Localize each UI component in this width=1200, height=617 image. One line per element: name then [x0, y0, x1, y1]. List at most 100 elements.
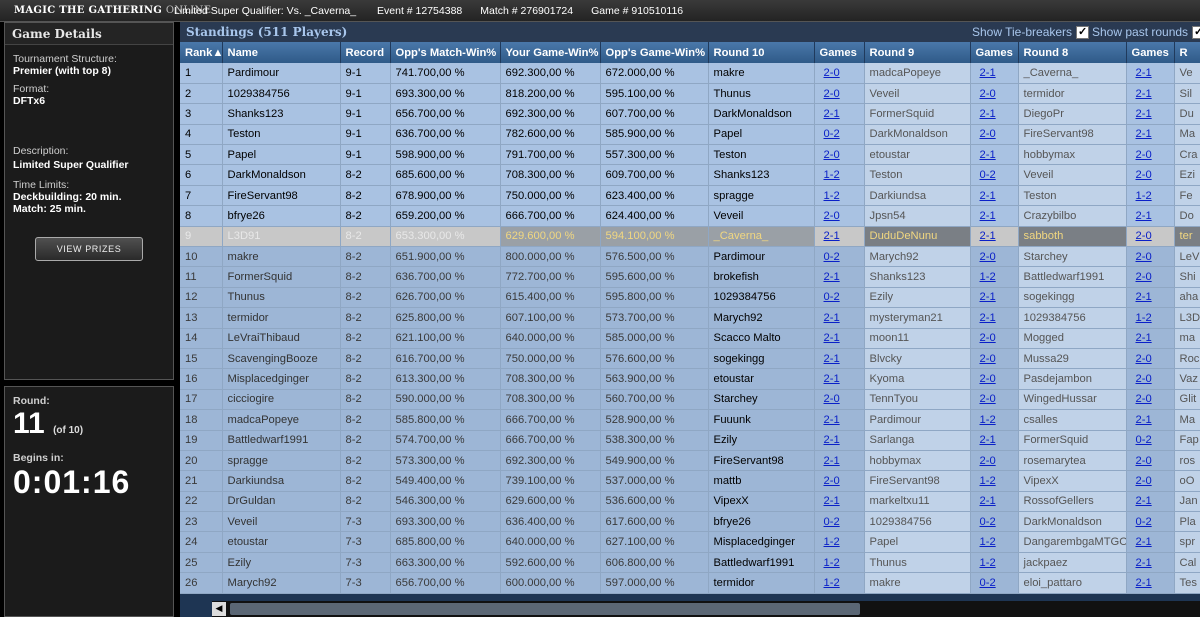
games-result-link[interactable]: 0-2 — [1136, 516, 1152, 528]
games-result-link[interactable]: 2-1 — [980, 291, 996, 303]
games-result-link[interactable]: 2-1 — [824, 312, 840, 324]
games-result-link[interactable]: 2-1 — [824, 373, 840, 385]
table-row[interactable]: 15 ScavengingBooze 8-2 616.700,00 % 750.000,… — [180, 348, 1200, 370]
table-row[interactable]: 21 Darkiundsa 8-2 549.400,00 % 739.100,00 % 5… — [180, 470, 1200, 492]
games-result-link[interactable]: 1-2 — [824, 169, 840, 181]
games-result-link[interactable]: 0-2 — [824, 516, 840, 528]
games-result-link[interactable]: 2-1 — [1136, 414, 1152, 426]
table-row[interactable]: 26 Marych92 7-3 656.700,00 % 600.000,00 % 597… — [180, 572, 1200, 594]
column-header[interactable]: Games — [970, 42, 1019, 63]
games-result-link[interactable]: 2-0 — [1136, 393, 1152, 405]
column-header[interactable]: R — [1174, 42, 1200, 63]
show-past-rounds-toggle[interactable]: Show past rounds ✓ — [1092, 25, 1200, 39]
games-result-link[interactable]: 2-1 — [824, 414, 840, 426]
table-row[interactable]: 22 DrGuldan 8-2 546.300,00 % 629.600,00 % 536… — [180, 491, 1200, 513]
table-row[interactable]: 16 Misplacedginger 8-2 613.300,00 % 708.300,… — [180, 368, 1200, 390]
table-row[interactable]: 7 FireServant98 8-2 678.900,00 % 750.000,00 … — [180, 185, 1200, 207]
games-result-link[interactable]: 2-1 — [1136, 536, 1152, 548]
games-result-link[interactable]: 2-1 — [1136, 88, 1152, 100]
column-header[interactable]: Round 9 — [864, 42, 971, 63]
column-header[interactable]: Games — [1126, 42, 1175, 63]
table-row[interactable]: 12 Thunus 8-2 626.700,00 % 615.400,00 % 595.8… — [180, 287, 1200, 309]
games-result-link[interactable]: 0-2 — [824, 251, 840, 263]
table-row[interactable]: 13 termidor 8-2 625.800,00 % 607.100,00 % 573… — [180, 307, 1200, 329]
games-result-link[interactable]: 2-0 — [1136, 169, 1152, 181]
games-result-link[interactable]: 2-0 — [1136, 353, 1152, 365]
table-row[interactable]: 4 Teston 9-1 636.700,00 % 782.600,00 % 585.90… — [180, 124, 1200, 146]
games-result-link[interactable]: 2-1 — [980, 67, 996, 79]
table-row[interactable]: 11 FormerSquid 8-2 636.700,00 % 772.700,00 %… — [180, 266, 1200, 288]
checkbox-checked-icon[interactable]: ✓ — [1192, 25, 1200, 39]
games-result-link[interactable]: 0-2 — [980, 516, 996, 528]
table-row[interactable]: 17 cicciogire 8-2 590.000,00 % 708.300,00 % 5… — [180, 389, 1200, 411]
games-result-link[interactable]: 2-1 — [1136, 291, 1152, 303]
games-result-link[interactable]: 2-1 — [824, 353, 840, 365]
table-row[interactable]: 10 makre 8-2 651.900,00 % 800.000,00 % 576.50… — [180, 246, 1200, 268]
games-result-link[interactable]: 1-2 — [1136, 312, 1152, 324]
table-row[interactable]: 18 madcaPopeye 8-2 585.800,00 % 666.700,00 %… — [180, 409, 1200, 431]
scrollbar-thumb[interactable] — [230, 603, 860, 615]
games-result-link[interactable]: 0-2 — [824, 128, 840, 140]
games-result-link[interactable]: 2-1 — [980, 434, 996, 446]
checkbox-checked-icon[interactable]: ✓ — [1076, 25, 1090, 39]
games-result-link[interactable]: 2-1 — [824, 455, 840, 467]
games-result-link[interactable]: 2-1 — [824, 495, 840, 507]
table-row[interactable]: 14 LeVraiThibaud 8-2 621.100,00 % 640.000,00… — [180, 328, 1200, 349]
games-result-link[interactable]: 2-1 — [1136, 108, 1152, 120]
games-result-link[interactable]: 2-1 — [980, 149, 996, 161]
games-result-link[interactable]: 2-1 — [980, 210, 996, 222]
games-result-link[interactable]: 2-1 — [1136, 557, 1152, 569]
games-result-link[interactable]: 2-0 — [824, 149, 840, 161]
games-result-link[interactable]: 2-1 — [1136, 210, 1152, 222]
games-result-link[interactable]: 1-2 — [980, 414, 996, 426]
games-result-link[interactable]: 1-2 — [824, 190, 840, 202]
games-result-link[interactable]: 1-2 — [980, 271, 996, 283]
table-row[interactable]: 3 Shanks123 9-1 656.700,00 % 692.300,00 % 607… — [180, 103, 1200, 125]
horizontal-scrollbar[interactable]: ◀ — [212, 601, 1200, 617]
table-row[interactable]: 20 spragge 8-2 573.300,00 % 692.300,00 % 549.… — [180, 450, 1200, 472]
games-result-link[interactable]: 0-2 — [824, 291, 840, 303]
games-result-link[interactable]: 1-2 — [824, 557, 840, 569]
games-result-link[interactable]: 2-0 — [824, 67, 840, 79]
games-result-link[interactable]: 2-1 — [824, 332, 840, 344]
games-result-link[interactable]: 2-1 — [1136, 577, 1152, 589]
view-prizes-button[interactable]: VIEW PRIZES — [35, 237, 143, 261]
games-result-link[interactable]: 2-0 — [1136, 251, 1152, 263]
games-result-link[interactable]: 0-2 — [980, 169, 996, 181]
games-result-link[interactable]: 2-1 — [980, 108, 996, 120]
games-result-link[interactable]: 1-2 — [1136, 190, 1152, 202]
column-header[interactable]: Round 10 — [708, 42, 815, 63]
games-result-link[interactable]: 2-1 — [1136, 67, 1152, 79]
games-result-link[interactable]: 2-1 — [1136, 332, 1152, 344]
games-result-link[interactable]: 2-1 — [824, 108, 840, 120]
games-result-link[interactable]: 1-2 — [824, 577, 840, 589]
table-row[interactable]: 2 1029384756 9-1 693.300,00 % 818.200,00 % 59… — [180, 83, 1200, 105]
games-result-link[interactable]: 2-0 — [1136, 455, 1152, 467]
table-row[interactable]: 6 DarkMonaldson 8-2 685.600,00 % 708.300,00 … — [180, 164, 1200, 186]
games-result-link[interactable]: 2-0 — [980, 455, 996, 467]
games-result-link[interactable]: 2-1 — [980, 230, 996, 242]
games-result-link[interactable]: 2-0 — [1136, 373, 1152, 385]
games-result-link[interactable]: 1-2 — [980, 557, 996, 569]
column-header[interactable]: Opp's Match-Win% — [390, 42, 501, 63]
games-result-link[interactable]: 1-2 — [980, 475, 996, 487]
table-row[interactable]: 19 Battledwarf1991 8-2 574.700,00 % 666.700,… — [180, 430, 1200, 451]
games-result-link[interactable]: 0-2 — [1136, 434, 1152, 446]
column-header[interactable]: Round 8 — [1018, 42, 1127, 63]
table-row[interactable]: 1 Pardimour 9-1 741.700,00 % 692.300,00 % 672… — [180, 63, 1200, 84]
column-header[interactable]: Opp's Game-Win% — [600, 42, 709, 63]
games-result-link[interactable]: 2-0 — [824, 475, 840, 487]
games-result-link[interactable]: 2-0 — [1136, 271, 1152, 283]
games-result-link[interactable]: 2-1 — [824, 271, 840, 283]
games-result-link[interactable]: 2-1 — [980, 312, 996, 324]
games-result-link[interactable]: 2-0 — [980, 393, 996, 405]
scroll-left-icon[interactable]: ◀ — [212, 602, 226, 616]
column-header[interactable]: Name — [222, 42, 341, 63]
table-row[interactable]: 25 Ezily 7-3 663.300,00 % 592.600,00 % 606.80… — [180, 552, 1200, 574]
games-result-link[interactable]: 2-0 — [980, 251, 996, 263]
games-result-link[interactable]: 2-0 — [980, 373, 996, 385]
games-result-link[interactable]: 2-1 — [824, 230, 840, 242]
show-tiebreakers-toggle[interactable]: Show Tie-breakers ✓ — [972, 25, 1090, 39]
table-row[interactable]: 5 Papel 9-1 598.900,00 % 791.700,00 % 557.300… — [180, 144, 1200, 166]
games-result-link[interactable]: 0-2 — [980, 577, 996, 589]
